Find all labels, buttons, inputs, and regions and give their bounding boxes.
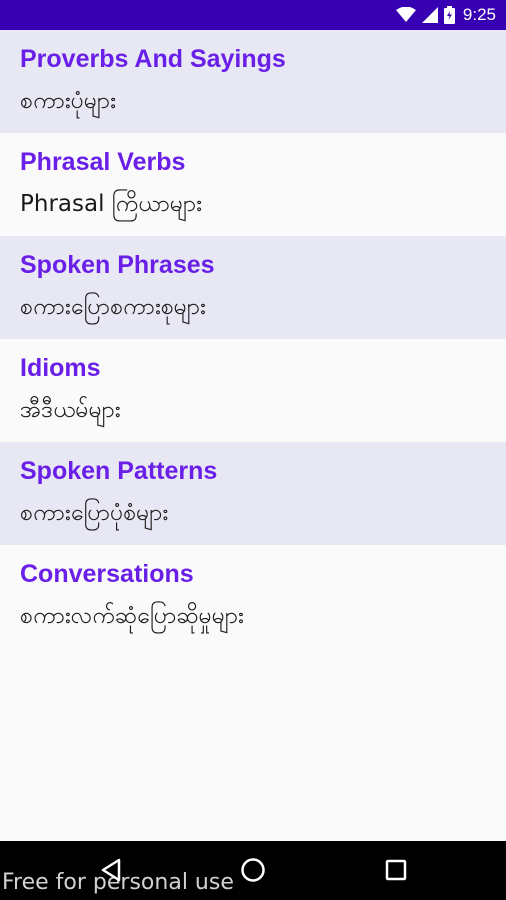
status-time: 9:25 (462, 5, 496, 24)
list-item-conversations[interactable]: Conversations စကားလက်ဆုံပြောဆိုမှုများ (0, 545, 506, 648)
list-item-spoken-phrases[interactable]: Spoken Phrases စကားပြောစကားစုများ (0, 236, 506, 339)
list-item-title: Spoken Phrases (20, 251, 215, 279)
list-item-subtitle: Phrasal ကြိယာများ (20, 191, 203, 217)
category-list: Proverbs And Sayings စကားပုံများ Phrasal… (0, 30, 506, 648)
list-item-subtitle: စကားပြောပုံစံများ (20, 500, 169, 526)
list-item-subtitle: အီဒီယမ်များ (20, 397, 121, 423)
list-item-phrasal-verbs[interactable]: Phrasal Verbs Phrasal ကြိယာများ (0, 133, 506, 236)
list-item-subtitle: စကားပုံများ (20, 88, 116, 114)
list-item-idioms[interactable]: Idioms အီဒီယမ်များ (0, 339, 506, 442)
wifi-icon (395, 7, 416, 23)
watermark-text: Free for personal use (2, 870, 234, 895)
list-item-title: Proverbs And Sayings (20, 45, 286, 73)
list-item-title: Spoken Patterns (20, 457, 218, 485)
list-item-proverbs[interactable]: Proverbs And Sayings စကားပုံများ (0, 30, 506, 133)
status-bar: 9:25 (0, 0, 506, 30)
battery-icon (443, 6, 455, 24)
list-item-subtitle: စကားလက်ဆုံပြောဆိုမှုများ (20, 603, 244, 629)
list-item-title: Conversations (20, 560, 194, 588)
cell-signal-icon (421, 7, 438, 23)
list-item-spoken-patterns[interactable]: Spoken Patterns စကားပြောပုံစံများ (0, 442, 506, 545)
home-icon[interactable] (238, 855, 268, 885)
recents-icon[interactable] (381, 855, 411, 885)
list-item-title: Phrasal Verbs (20, 148, 186, 176)
list-item-subtitle: စကားပြောစကားစုများ (20, 294, 206, 320)
list-item-title: Idioms (20, 354, 101, 382)
